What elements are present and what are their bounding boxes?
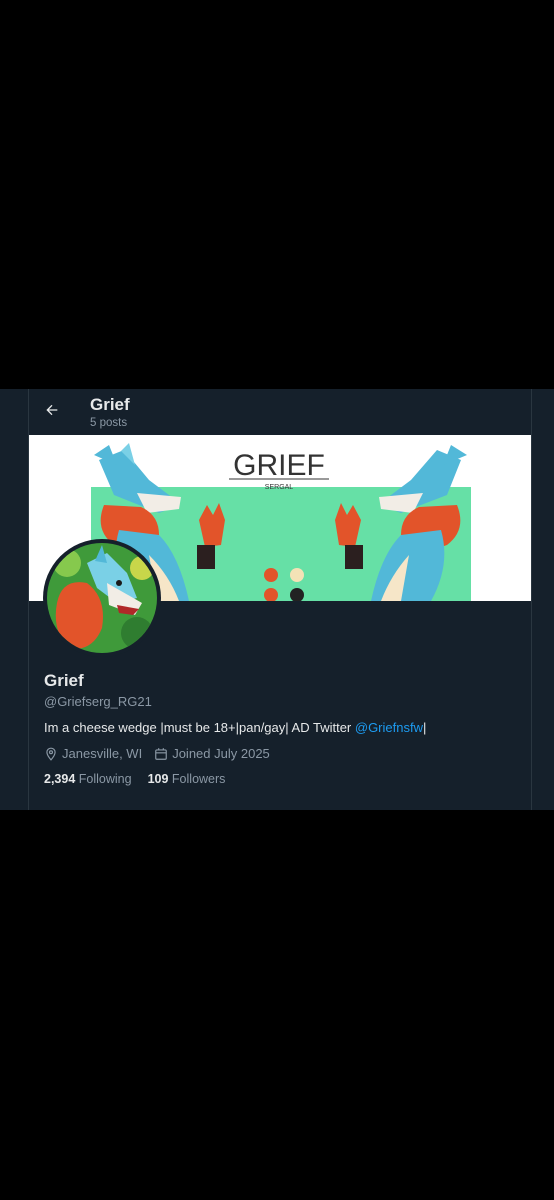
profile-top-bar: Grief 5 posts [29, 389, 531, 433]
location-text: Janesville, WI [62, 746, 143, 761]
back-arrow-icon [46, 404, 58, 416]
followers-link[interactable]: 109 Followers [148, 772, 226, 786]
bio-mention-link[interactable]: @Griefnsfw [355, 720, 423, 735]
header-title: Grief [90, 395, 130, 414]
joined-text: Joined July 2025 [172, 746, 270, 761]
calendar-icon [155, 747, 168, 760]
avatar-frame [43, 539, 161, 657]
avatar[interactable] [47, 543, 157, 653]
following-count: 2,394 [44, 772, 76, 786]
location-icon [46, 747, 56, 761]
profile-screen: Grief 5 posts GRIEF SERGAL Grief @Griefs… [0, 389, 554, 810]
followers-label: Followers [171, 772, 226, 786]
profile-handle: @Griefserg_RG21 [44, 694, 152, 709]
header-post-count: 5 posts [90, 417, 128, 429]
column-divider-right [531, 389, 532, 810]
avatar-artwork [47, 543, 157, 653]
banner-sub-text: SERGAL [265, 484, 294, 491]
follow-counts: 2,394 Following 109 Followers [44, 772, 241, 786]
banner-title-text: GRIEF [233, 449, 325, 482]
location-item: Janesville, WI [44, 746, 142, 761]
followers-count: 109 [147, 772, 169, 786]
profile-meta: Janesville, WI Joined July 2025 [44, 746, 282, 761]
bio-text: Im a cheese wedge |must be 18+|pan/gay| … [44, 720, 355, 735]
following-link[interactable]: 2,394 Following [44, 772, 132, 786]
back-button[interactable] [41, 399, 63, 421]
joined-item: Joined July 2025 [154, 746, 270, 761]
profile-bio: Im a cheese wedge |must be 18+|pan/gay| … [44, 720, 426, 735]
profile-name: Grief [44, 671, 84, 690]
following-label: Following [78, 772, 132, 786]
bio-tail: | [422, 720, 427, 735]
